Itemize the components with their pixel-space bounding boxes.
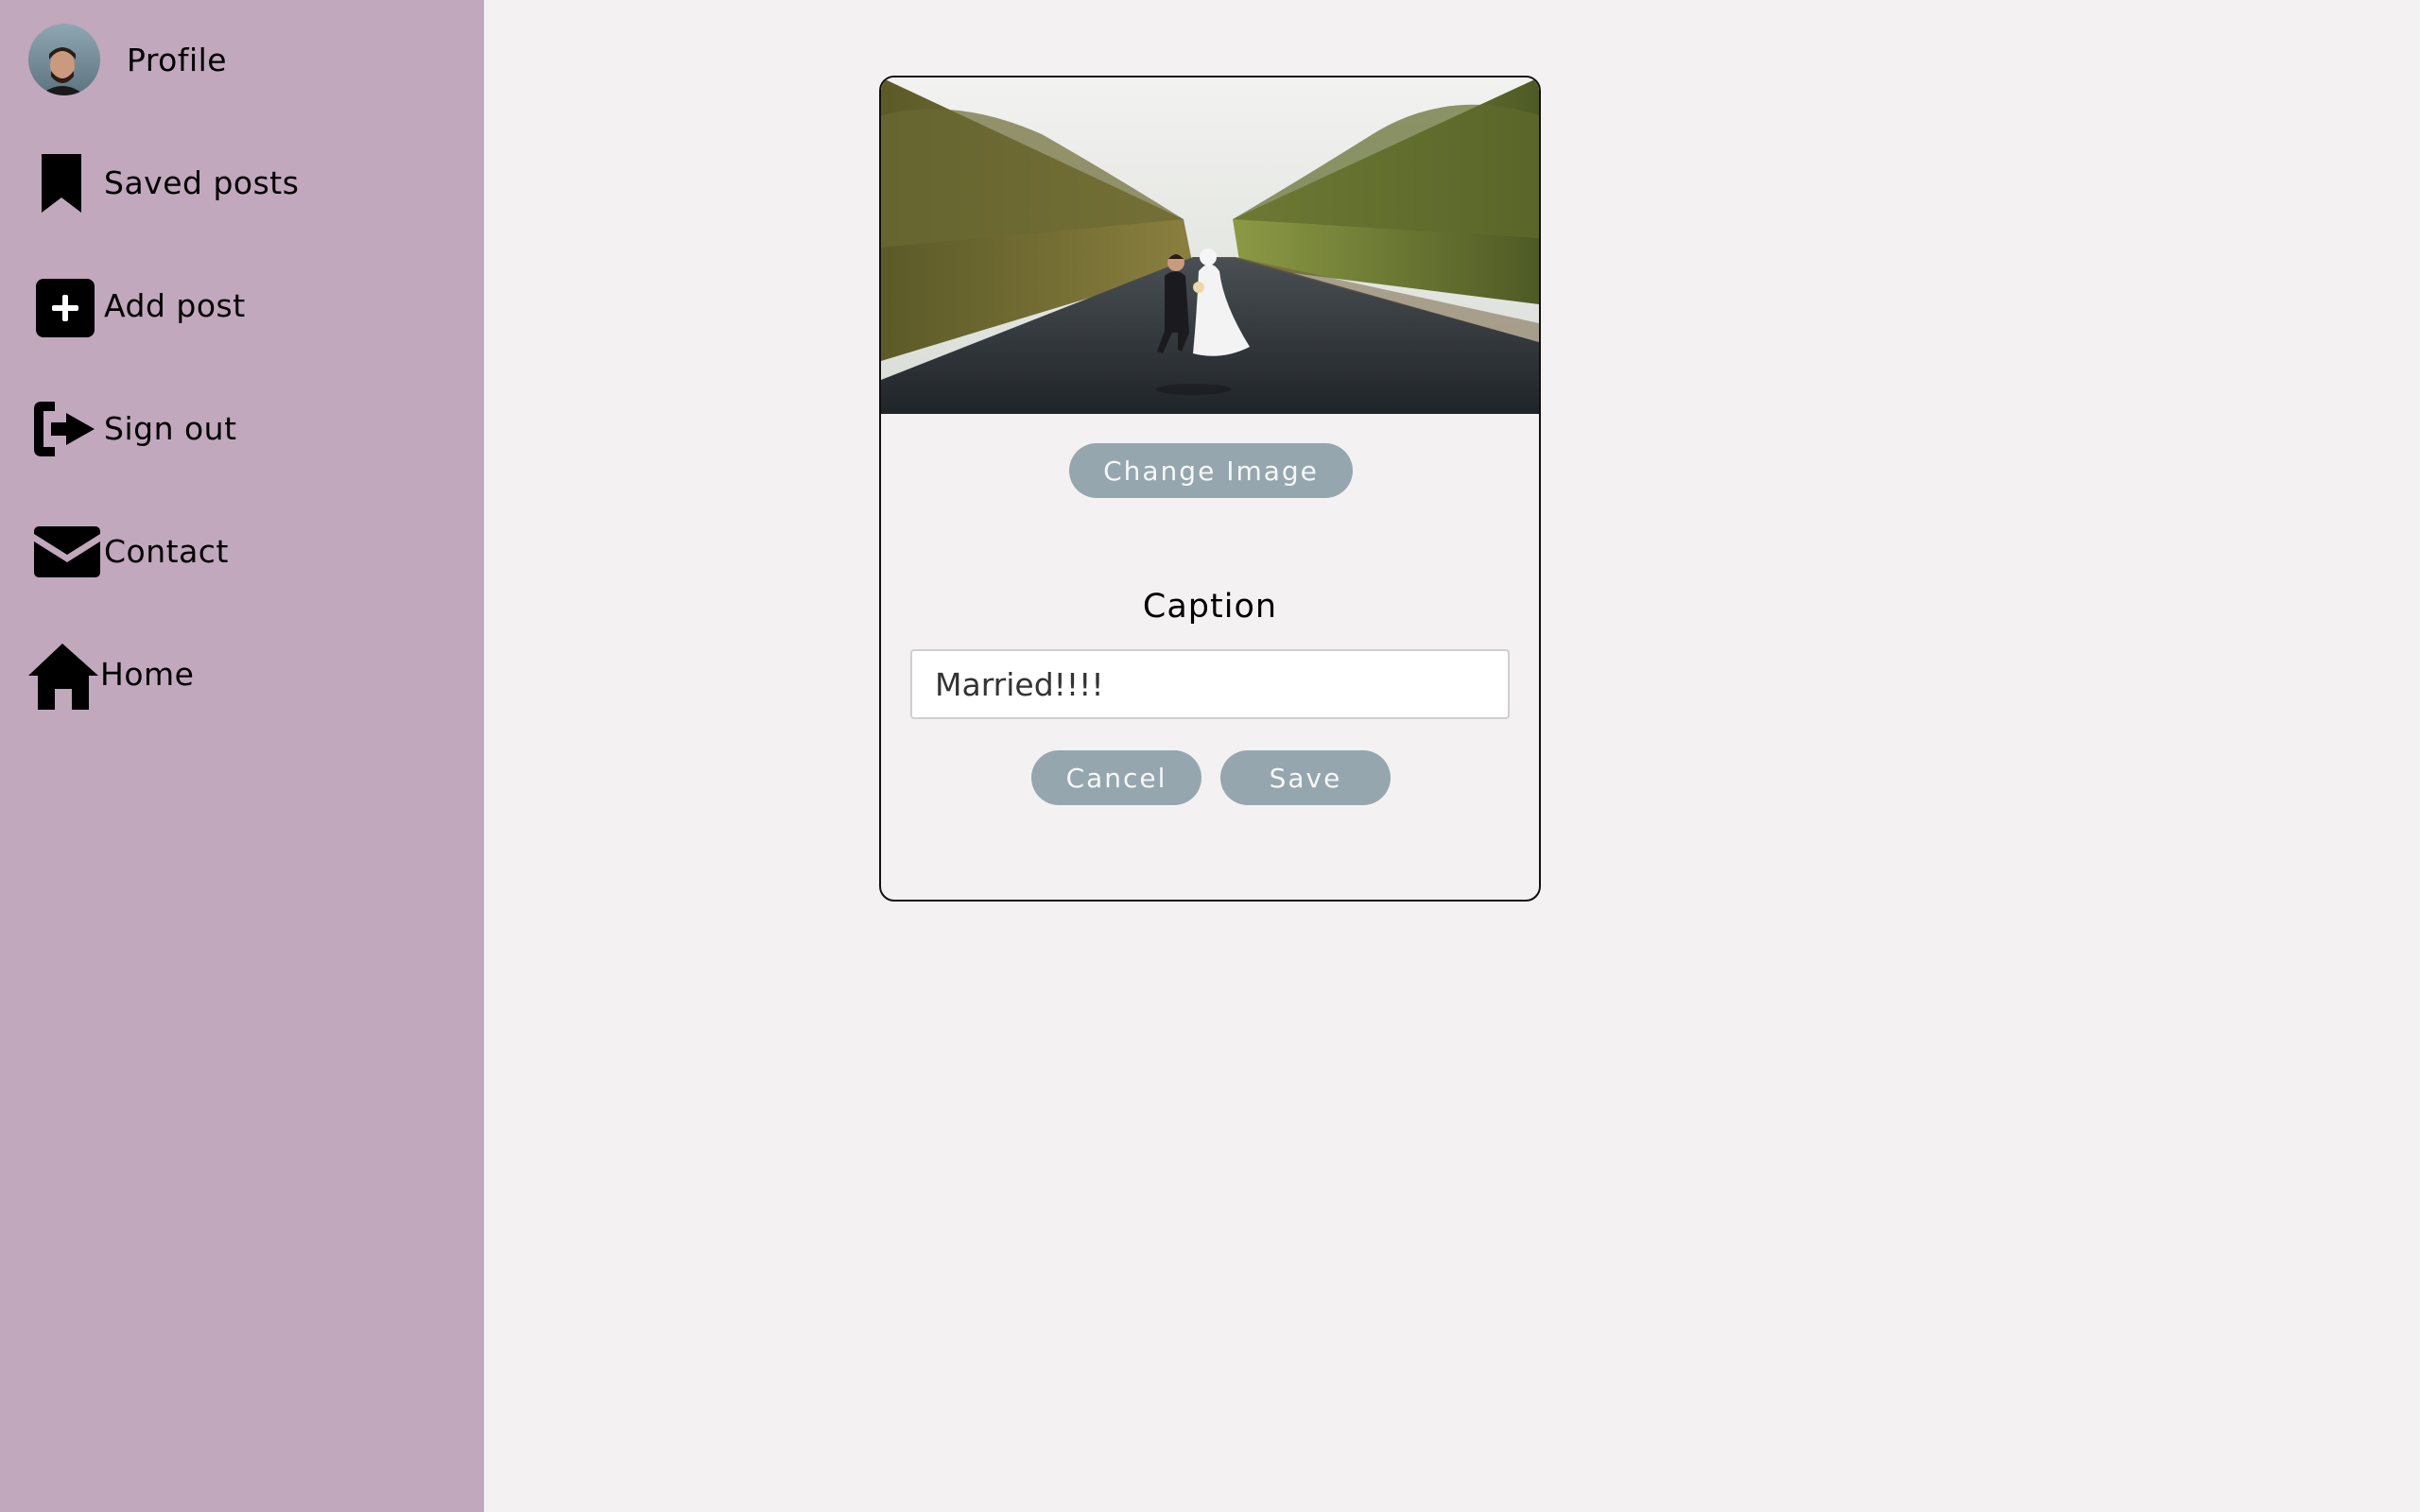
sidebar: Profile Saved posts Add post Sign out Co…: [0, 0, 484, 1512]
sidebar-item-label: Profile: [127, 41, 228, 78]
avatar: [28, 24, 100, 95]
cancel-button[interactable]: Cancel: [1031, 750, 1201, 805]
bookmark-icon: [28, 145, 104, 220]
sidebar-item-label: Contact: [104, 532, 229, 570]
sidebar-item-label: Add post: [104, 286, 246, 324]
caption-label: Caption: [1142, 588, 1278, 626]
sidebar-item-profile[interactable]: Profile: [28, 17, 227, 102]
sign-out-icon: [28, 390, 104, 466]
save-button[interactable]: Save: [1220, 750, 1391, 805]
home-icon: [25, 636, 100, 712]
plus-square-icon: [28, 267, 104, 343]
sidebar-item-add-post[interactable]: Add post: [28, 263, 246, 348]
post-image: [881, 77, 1539, 414]
sidebar-item-label: Home: [100, 655, 195, 693]
sidebar-item-sign-out[interactable]: Sign out: [28, 386, 237, 471]
sidebar-item-home[interactable]: Home: [28, 631, 194, 716]
caption-input[interactable]: [910, 649, 1510, 719]
sidebar-item-label: Saved posts: [104, 163, 300, 201]
sidebar-item-label: Sign out: [104, 409, 237, 447]
sidebar-item-saved-posts[interactable]: Saved posts: [28, 140, 299, 225]
sidebar-item-contact[interactable]: Contact: [28, 508, 229, 593]
edit-post-card: Change Image Caption Cancel Save: [879, 76, 1541, 902]
change-image-button[interactable]: Change Image: [1069, 443, 1353, 498]
envelope-icon: [28, 513, 104, 589]
